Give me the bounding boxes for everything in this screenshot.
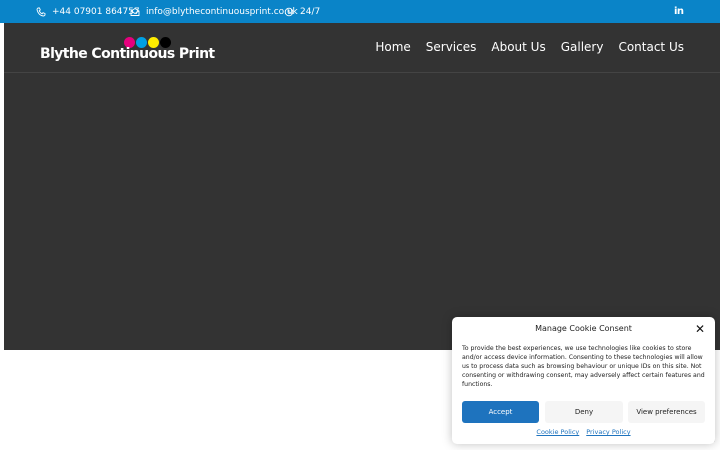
cookie-consent-dialog: Manage Cookie Consent ✕ To provide the b… — [452, 317, 715, 444]
phone-number[interactable]: +44 07901 864757 — [52, 7, 140, 17]
linkedin-icon[interactable]: in — [674, 0, 684, 23]
mail-icon — [130, 7, 140, 16]
nav-gallery[interactable]: Gallery — [561, 40, 604, 54]
accept-button[interactable]: Accept — [462, 401, 539, 423]
nav-contact-us[interactable]: Contact Us — [618, 40, 684, 54]
logo-text: Blythe Continuous Print — [40, 46, 215, 62]
cookie-dialog-title: Manage Cookie Consent — [535, 324, 632, 333]
deny-button[interactable]: Deny — [545, 401, 623, 423]
cookie-message: To provide the best experiences, we use … — [462, 345, 705, 388]
site-header: Blythe Continuous Print Home Services Ab… — [4, 23, 720, 73]
nav-about-us[interactable]: About Us — [491, 40, 545, 54]
opening-hours: 24/7 — [284, 0, 320, 23]
phone-icon — [36, 7, 46, 16]
hero-section: Blythe Continuous Print Home Services Ab… — [4, 23, 720, 350]
main-nav: Home Services About Us Gallery Contact U… — [375, 40, 684, 54]
clock-icon — [284, 7, 294, 16]
cookie-policy-link[interactable]: Cookie Policy — [536, 428, 579, 436]
top-contact-bar: +44 07901 864757 info@blythecontinuouspr… — [0, 0, 720, 23]
email-address[interactable]: info@blythecontinuousprint.co.uk — [146, 7, 298, 17]
hours-text: 24/7 — [300, 6, 321, 17]
view-preferences-button[interactable]: View preferences — [628, 401, 705, 423]
email-contact[interactable]: info@blythecontinuousprint.co.uk — [130, 0, 298, 23]
phone-contact[interactable]: +44 07901 864757 — [36, 0, 140, 23]
nav-home[interactable]: Home — [375, 40, 410, 54]
nav-services[interactable]: Services — [426, 40, 477, 54]
close-icon[interactable]: ✕ — [695, 322, 705, 336]
privacy-policy-link[interactable]: Privacy Policy — [586, 428, 630, 436]
cookie-links: Cookie Policy Privacy Policy — [452, 428, 715, 436]
linkedin-glyph: in — [674, 6, 684, 17]
